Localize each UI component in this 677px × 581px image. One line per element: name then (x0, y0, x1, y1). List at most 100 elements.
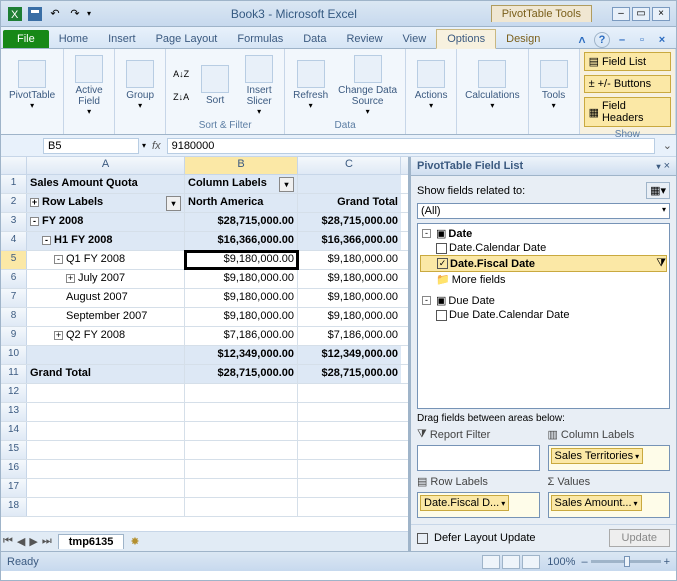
val-token[interactable]: Sales Amount...▾ (551, 495, 642, 511)
zoom-out-button[interactable]: – (581, 556, 587, 568)
page-break-view-button[interactable] (522, 555, 540, 569)
checkbox-unchecked[interactable] (436, 243, 447, 254)
cell[interactable] (27, 346, 185, 364)
cell[interactable] (27, 384, 185, 402)
filter-dropdown-icon[interactable]: ▾ (166, 196, 181, 211)
column-labels-area[interactable]: Sales Territories▾ (548, 445, 671, 471)
cell[interactable]: Column Labels▾ (185, 175, 298, 193)
cell[interactable] (298, 422, 401, 440)
tab-data[interactable]: Data (293, 30, 336, 48)
layout-icon[interactable]: ▦▾ (646, 182, 670, 199)
new-sheet-icon[interactable]: ✸ (130, 535, 139, 548)
sheet-nav-first[interactable]: ⏮ (1, 535, 15, 548)
formula-bar[interactable]: 9180000 (167, 138, 655, 154)
row-header[interactable]: 11 (1, 365, 27, 383)
row-token[interactable]: Date.Fiscal D...▾ (420, 495, 509, 511)
field-list-toggle[interactable]: ▤Field List (584, 52, 671, 71)
expand-icon[interactable]: + (54, 331, 63, 340)
cell[interactable] (185, 422, 298, 440)
row-header[interactable]: 13 (1, 403, 27, 421)
values-area[interactable]: Sales Amount...▾ (548, 492, 671, 518)
tree-more[interactable]: More fields (452, 274, 506, 286)
filter-icon[interactable]: ⧩ (656, 257, 666, 270)
collapse-icon[interactable]: - (422, 296, 431, 305)
defer-checkbox[interactable] (417, 533, 428, 544)
tree-date[interactable]: Date (448, 228, 472, 240)
file-tab[interactable]: File (3, 30, 49, 48)
field-headers-toggle[interactable]: ▦Field Headers (584, 97, 671, 127)
cell[interactable]: Grand Total (27, 365, 185, 383)
tools-button[interactable]: Tools▾ (533, 58, 575, 112)
cell[interactable]: $28,715,000.00 (298, 213, 401, 231)
row-header[interactable]: 17 (1, 479, 27, 497)
cell[interactable] (185, 460, 298, 478)
row-header[interactable]: 5 (1, 251, 27, 269)
cell[interactable]: $16,366,000.00 (185, 232, 298, 250)
zoom-slider[interactable] (591, 560, 661, 563)
cell[interactable]: $9,180,000.00 (298, 270, 401, 288)
qat-dropdown-icon[interactable]: ▾ (87, 9, 91, 18)
row-header[interactable]: 8 (1, 308, 27, 326)
sort-asc-button[interactable]: A↓Z (170, 63, 192, 85)
col-header-a[interactable]: A (27, 157, 185, 174)
minimize-ribbon-icon[interactable]: ˄ (574, 32, 590, 48)
cell[interactable]: $28,715,000.00 (185, 365, 298, 383)
workbook-restore-icon[interactable]: ▫ (634, 32, 650, 48)
workbook-close-icon[interactable]: × (654, 32, 670, 48)
cell[interactable] (185, 441, 298, 459)
row-labels-area[interactable]: Date.Fiscal D...▾ (417, 492, 540, 518)
cell[interactable] (27, 441, 185, 459)
cell[interactable]: Sales Amount Quota (27, 175, 185, 193)
help-icon[interactable]: ? (594, 32, 610, 48)
col-header-b[interactable]: B (185, 157, 298, 174)
cell[interactable] (27, 479, 185, 497)
tree-due[interactable]: Due Date (448, 295, 494, 307)
insert-slicer-button[interactable]: Insert Slicer▾ (238, 53, 280, 118)
cell[interactable] (185, 498, 298, 516)
sheet-nav-prev[interactable]: ◀ (15, 535, 27, 548)
cell[interactable] (27, 403, 185, 421)
field-list-menu-icon[interactable]: ▾ (656, 162, 660, 171)
group-button[interactable]: Group▾ (119, 58, 161, 112)
checkbox-unchecked[interactable] (436, 310, 447, 321)
cell[interactable]: -FY 2008 (27, 213, 185, 231)
cell[interactable] (298, 403, 401, 421)
tab-options[interactable]: Options (436, 29, 496, 49)
zoom-in-button[interactable]: + (664, 556, 670, 568)
cell[interactable]: $9,180,000.00 (185, 251, 298, 269)
cell[interactable]: $9,180,000.00 (185, 270, 298, 288)
row-header[interactable]: 1 (1, 175, 27, 193)
cell[interactable] (298, 498, 401, 516)
refresh-button[interactable]: Refresh▾ (289, 58, 332, 112)
cell[interactable]: $9,180,000.00 (185, 308, 298, 326)
cell[interactable] (185, 384, 298, 402)
minimize-button[interactable]: – (612, 7, 630, 21)
name-box[interactable]: B5 (43, 138, 139, 154)
collapse-icon[interactable]: - (422, 229, 431, 238)
cell[interactable] (298, 175, 401, 193)
active-field-button[interactable]: Active Field▾ (68, 53, 110, 118)
row-header[interactable]: 18 (1, 498, 27, 516)
select-all-corner[interactable] (1, 157, 27, 174)
row-header[interactable]: 2 (1, 194, 27, 212)
cell[interactable]: -Q1 FY 2008 (27, 251, 185, 269)
tab-insert[interactable]: Insert (98, 30, 146, 48)
row-header[interactable]: 16 (1, 460, 27, 478)
normal-view-button[interactable] (482, 555, 500, 569)
filter-dropdown-icon[interactable]: ▾ (279, 177, 294, 192)
report-filter-area[interactable] (417, 445, 540, 471)
cell[interactable] (185, 479, 298, 497)
sheet-tab[interactable]: tmp6135 (58, 534, 125, 549)
sort-desc-button[interactable]: Z↓A (170, 86, 192, 108)
plus-minus-toggle[interactable]: ±+/- Buttons (584, 75, 671, 93)
row-header[interactable]: 7 (1, 289, 27, 307)
sheet-nav-last[interactable]: ⏭ (40, 535, 54, 548)
row-header[interactable]: 4 (1, 232, 27, 250)
col-token[interactable]: Sales Territories▾ (551, 448, 644, 464)
tab-page-layout[interactable]: Page Layout (146, 30, 228, 48)
tree-fiscal[interactable]: Date.Fiscal Date (450, 258, 535, 270)
field-tree[interactable]: -▣ Date Date.Calendar Date ✓Date.Fiscal … (417, 223, 670, 409)
update-button[interactable]: Update (609, 529, 670, 547)
expand-icon[interactable]: + (30, 198, 39, 207)
pivottable-button[interactable]: PivotTable▾ (5, 58, 59, 112)
